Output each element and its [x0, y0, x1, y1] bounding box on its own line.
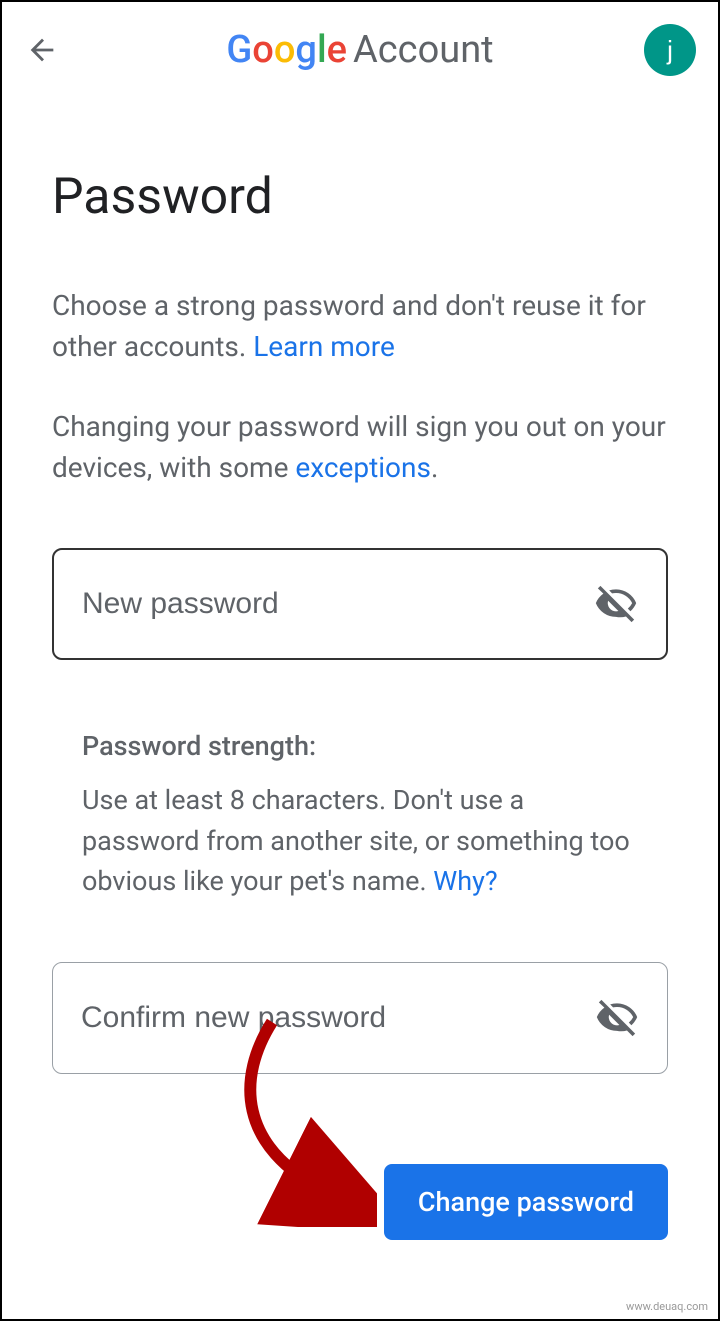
watermark: www.deuaq.com: [626, 1300, 708, 1313]
password-strength-section: Password strength: Use at least 8 charac…: [52, 730, 668, 902]
google-logo-g: G: [226, 28, 252, 72]
avatar[interactable]: j: [644, 24, 696, 76]
google-logo-g2: g: [295, 28, 317, 72]
strength-description: Use at least 8 characters. Don't use a p…: [82, 780, 638, 902]
new-password-input[interactable]: [82, 587, 594, 621]
page-title: Password: [52, 168, 668, 226]
desc2-tail: .: [431, 451, 438, 484]
strength-title: Password strength:: [82, 730, 638, 762]
learn-more-link[interactable]: Learn more: [253, 330, 395, 363]
google-logo-e: e: [327, 28, 347, 72]
app-title: Google Account: [226, 28, 493, 72]
toggle-visibility-icon[interactable]: [594, 582, 638, 626]
google-logo-o2: o: [274, 28, 296, 72]
google-logo-o1: o: [252, 28, 274, 72]
new-password-field-wrap[interactable]: [52, 548, 668, 660]
content: Password Choose a strong password and do…: [2, 168, 718, 1240]
back-arrow-icon[interactable]: [22, 30, 62, 70]
toggle-visibility-icon-confirm[interactable]: [595, 996, 639, 1040]
confirm-password-input[interactable]: [81, 1001, 595, 1035]
account-label: Account: [353, 28, 494, 72]
strength-text: Use at least 8 characters. Don't use a p…: [82, 784, 630, 897]
change-password-button[interactable]: Change password: [384, 1164, 668, 1240]
confirm-password-field-wrap[interactable]: [52, 962, 668, 1074]
header: Google Account j: [2, 2, 718, 98]
exceptions-link[interactable]: exceptions: [295, 451, 431, 484]
button-row: Change password: [52, 1164, 668, 1240]
description-1: Choose a strong password and don't reuse…: [52, 286, 668, 367]
google-logo-l: l: [317, 28, 327, 72]
avatar-letter: j: [667, 35, 673, 66]
why-link[interactable]: Why?: [433, 865, 497, 897]
description-2: Changing your password will sign you out…: [52, 407, 668, 488]
